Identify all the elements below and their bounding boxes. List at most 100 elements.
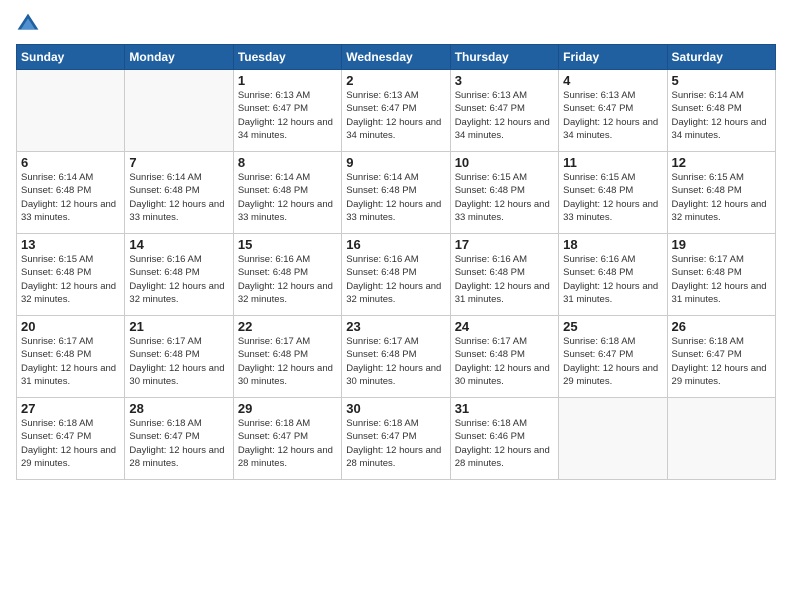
day-number: 25	[563, 319, 662, 334]
day-detail: Sunrise: 6:13 AM Sunset: 6:47 PM Dayligh…	[563, 89, 662, 142]
calendar-cell: 25Sunrise: 6:18 AM Sunset: 6:47 PM Dayli…	[559, 316, 667, 398]
logo	[16, 12, 44, 36]
header	[16, 12, 776, 36]
day-detail: Sunrise: 6:17 AM Sunset: 6:48 PM Dayligh…	[129, 335, 228, 388]
day-number: 7	[129, 155, 228, 170]
day-detail: Sunrise: 6:14 AM Sunset: 6:48 PM Dayligh…	[129, 171, 228, 224]
calendar-cell	[125, 70, 233, 152]
day-number: 28	[129, 401, 228, 416]
day-number: 16	[346, 237, 445, 252]
calendar-week-row: 13Sunrise: 6:15 AM Sunset: 6:48 PM Dayli…	[17, 234, 776, 316]
calendar-cell: 1Sunrise: 6:13 AM Sunset: 6:47 PM Daylig…	[233, 70, 341, 152]
day-detail: Sunrise: 6:18 AM Sunset: 6:47 PM Dayligh…	[563, 335, 662, 388]
calendar-week-row: 20 Sunrise: 6:17 AM Sunset: 6:48 PM Dayli…	[17, 316, 776, 398]
day-detail: Sunrise: 6:14 AM Sunset: 6:48 PM Dayligh…	[672, 89, 771, 142]
calendar-cell: 20Sunrise: 6:17 AM Sunset: 6:48 PM Dayli…	[17, 316, 125, 398]
day-detail: Sunrise: 6:14 AM Sunset: 6:48 PM Dayligh…	[21, 171, 120, 224]
day-number: 29	[238, 401, 337, 416]
logo-icon	[16, 12, 40, 36]
day-detail: Sunrise: 6:14 AM Sunset: 6:48 PM Dayligh…	[238, 171, 337, 224]
calendar-cell: 24Sunrise: 6:17 AM Sunset: 6:48 PM Dayli…	[450, 316, 558, 398]
day-number: 8	[238, 155, 337, 170]
day-detail: Sunrise: 6:16 AM Sunset: 6:48 PM Dayligh…	[238, 253, 337, 306]
day-detail: Sunrise: 6:17 AM Sunset: 6:48 PM Dayligh…	[238, 335, 337, 388]
calendar-cell: 16Sunrise: 6:16 AM Sunset: 6:48 PM Dayli…	[342, 234, 450, 316]
day-detail: Sunrise: 6:15 AM Sunset: 6:48 PM Dayligh…	[455, 171, 554, 224]
day-detail: Sunrise: 6:15 AM Sunset: 6:48 PM Dayligh…	[21, 253, 120, 306]
day-detail: Sunrise: 6:18 AM Sunset: 6:46 PM Dayligh…	[455, 417, 554, 470]
day-number: 22	[238, 319, 337, 334]
day-detail: Sunrise: 6:15 AM Sunset: 6:48 PM Dayligh…	[672, 171, 771, 224]
calendar-cell: 13Sunrise: 6:15 AM Sunset: 6:48 PM Dayli…	[17, 234, 125, 316]
day-number: 1	[238, 73, 337, 88]
day-number: 13	[21, 237, 120, 252]
day-number: 21	[129, 319, 228, 334]
calendar-cell	[17, 70, 125, 152]
calendar-cell: 28Sunrise: 6:18 AM Sunset: 6:47 PM Dayli…	[125, 398, 233, 480]
day-number: 23	[346, 319, 445, 334]
day-number: 5	[672, 73, 771, 88]
day-number: 14	[129, 237, 228, 252]
weekday-header-row: SundayMondayTuesdayWednesdayThursdayFrid…	[17, 45, 776, 70]
day-number: 20	[21, 319, 120, 334]
weekday-header: Tuesday	[233, 45, 341, 70]
calendar-cell: 17Sunrise: 6:16 AM Sunset: 6:48 PM Dayli…	[450, 234, 558, 316]
day-number: 31	[455, 401, 554, 416]
calendar-cell: 31Sunrise: 6:18 AM Sunset: 6:46 PM Dayli…	[450, 398, 558, 480]
weekday-header: Friday	[559, 45, 667, 70]
weekday-header: Wednesday	[342, 45, 450, 70]
calendar-cell: 6Sunrise: 6:14 AM Sunset: 6:48 PM Daylig…	[17, 152, 125, 234]
weekday-header: Monday	[125, 45, 233, 70]
calendar-cell: 5Sunrise: 6:14 AM Sunset: 6:48 PM Daylig…	[667, 70, 775, 152]
calendar-cell: 27Sunrise: 6:18 AM Sunset: 6:47 PM Dayli…	[17, 398, 125, 480]
calendar-week-row: 27 Sunrise: 6:18 AM Sunset: 6:47 PM Dayli…	[17, 398, 776, 480]
day-number: 2	[346, 73, 445, 88]
day-detail: Sunrise: 6:17 AM Sunset: 6:48 PM Dayligh…	[672, 253, 771, 306]
calendar-cell: 18Sunrise: 6:16 AM Sunset: 6:48 PM Dayli…	[559, 234, 667, 316]
day-detail: Sunrise: 6:16 AM Sunset: 6:48 PM Dayligh…	[563, 253, 662, 306]
calendar-cell: 3Sunrise: 6:13 AM Sunset: 6:47 PM Daylig…	[450, 70, 558, 152]
calendar-cell: 7Sunrise: 6:14 AM Sunset: 6:48 PM Daylig…	[125, 152, 233, 234]
day-number: 3	[455, 73, 554, 88]
calendar: SundayMondayTuesdayWednesdayThursdayFrid…	[16, 44, 776, 480]
day-number: 4	[563, 73, 662, 88]
calendar-cell: 12Sunrise: 6:15 AM Sunset: 6:48 PM Dayli…	[667, 152, 775, 234]
calendar-cell: 19Sunrise: 6:17 AM Sunset: 6:48 PM Dayli…	[667, 234, 775, 316]
calendar-cell: 2Sunrise: 6:13 AM Sunset: 6:47 PM Daylig…	[342, 70, 450, 152]
day-detail: Sunrise: 6:18 AM Sunset: 6:47 PM Dayligh…	[346, 417, 445, 470]
day-number: 11	[563, 155, 662, 170]
day-detail: Sunrise: 6:13 AM Sunset: 6:47 PM Dayligh…	[346, 89, 445, 142]
calendar-cell: 22Sunrise: 6:17 AM Sunset: 6:48 PM Dayli…	[233, 316, 341, 398]
weekday-header: Thursday	[450, 45, 558, 70]
day-detail: Sunrise: 6:17 AM Sunset: 6:48 PM Dayligh…	[455, 335, 554, 388]
calendar-cell	[559, 398, 667, 480]
day-number: 18	[563, 237, 662, 252]
day-number: 27	[21, 401, 120, 416]
calendar-week-row: 6Sunrise: 6:14 AM Sunset: 6:48 PM Daylig…	[17, 152, 776, 234]
day-detail: Sunrise: 6:15 AM Sunset: 6:48 PM Dayligh…	[563, 171, 662, 224]
calendar-cell	[667, 398, 775, 480]
calendar-cell: 11Sunrise: 6:15 AM Sunset: 6:48 PM Dayli…	[559, 152, 667, 234]
day-number: 6	[21, 155, 120, 170]
calendar-cell: 29Sunrise: 6:18 AM Sunset: 6:47 PM Dayli…	[233, 398, 341, 480]
weekday-header: Sunday	[17, 45, 125, 70]
day-detail: Sunrise: 6:18 AM Sunset: 6:47 PM Dayligh…	[238, 417, 337, 470]
calendar-cell: 15Sunrise: 6:16 AM Sunset: 6:48 PM Dayli…	[233, 234, 341, 316]
calendar-week-row: 1 Sunrise: 6:13 AM Sunset: 6:47 PM Daylig…	[17, 70, 776, 152]
day-number: 12	[672, 155, 771, 170]
calendar-cell: 4Sunrise: 6:13 AM Sunset: 6:47 PM Daylig…	[559, 70, 667, 152]
day-detail: Sunrise: 6:18 AM Sunset: 6:47 PM Dayligh…	[129, 417, 228, 470]
day-detail: Sunrise: 6:17 AM Sunset: 6:48 PM Dayligh…	[346, 335, 445, 388]
day-number: 10	[455, 155, 554, 170]
weekday-header: Saturday	[667, 45, 775, 70]
day-number: 15	[238, 237, 337, 252]
calendar-cell: 10Sunrise: 6:15 AM Sunset: 6:48 PM Dayli…	[450, 152, 558, 234]
day-number: 9	[346, 155, 445, 170]
day-detail: Sunrise: 6:16 AM Sunset: 6:48 PM Dayligh…	[129, 253, 228, 306]
day-detail: Sunrise: 6:16 AM Sunset: 6:48 PM Dayligh…	[346, 253, 445, 306]
calendar-cell: 26Sunrise: 6:18 AM Sunset: 6:47 PM Dayli…	[667, 316, 775, 398]
day-number: 24	[455, 319, 554, 334]
calendar-cell: 14Sunrise: 6:16 AM Sunset: 6:48 PM Dayli…	[125, 234, 233, 316]
day-detail: Sunrise: 6:14 AM Sunset: 6:48 PM Dayligh…	[346, 171, 445, 224]
day-detail: Sunrise: 6:16 AM Sunset: 6:48 PM Dayligh…	[455, 253, 554, 306]
